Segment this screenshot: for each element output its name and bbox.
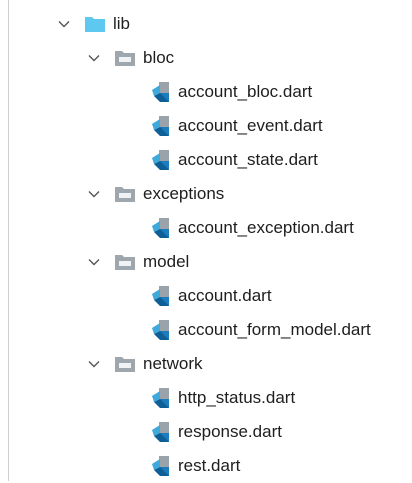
chevron-down-icon[interactable] — [57, 17, 71, 31]
tree-file-label: account_bloc.dart — [178, 82, 313, 101]
dart-file-icon — [151, 455, 173, 477]
package-folder-icon — [115, 254, 135, 270]
tree-file-account-event[interactable]: account_event.dart — [0, 109, 412, 143]
chevron-down-icon[interactable] — [87, 51, 101, 65]
tree-file-account-form-model[interactable]: account_form_model.dart — [0, 313, 412, 347]
dart-file-icon — [151, 387, 173, 409]
tree-file-account-state[interactable]: account_state.dart — [0, 143, 412, 177]
dart-file-icon — [151, 115, 173, 137]
tree-folder-network[interactable]: network — [0, 347, 412, 381]
tree-folder-label: exceptions — [143, 184, 225, 203]
tree-folder-exceptions[interactable]: exceptions — [0, 177, 412, 211]
dart-file-icon — [151, 149, 173, 171]
chevron-down-icon[interactable] — [87, 255, 101, 269]
chevron-down-icon[interactable] — [87, 357, 101, 371]
dart-file-icon — [151, 81, 173, 103]
tree-file-account-exception[interactable]: account_exception.dart — [0, 211, 412, 245]
tree-file-label: account.dart — [178, 286, 272, 305]
tree-folder-label: lib — [113, 14, 131, 33]
project-file-tree: lib bloc account_bloc.dart account_event… — [0, 7, 412, 483]
tree-file-label: response.dart — [178, 422, 282, 441]
package-folder-icon — [115, 356, 135, 372]
tree-file-response[interactable]: response.dart — [0, 415, 412, 449]
tree-folder-model[interactable]: model — [0, 245, 412, 279]
tree-file-label: account_state.dart — [178, 150, 318, 169]
tree-file-account-bloc[interactable]: account_bloc.dart — [0, 75, 412, 109]
tree-file-label: account_exception.dart — [178, 218, 354, 237]
dart-file-icon — [151, 217, 173, 239]
package-folder-icon — [115, 50, 135, 66]
chevron-down-icon[interactable] — [87, 187, 101, 201]
dart-file-icon — [151, 319, 173, 341]
dart-file-icon — [151, 285, 173, 307]
tree-folder-label: network — [143, 354, 203, 373]
tree-file-account[interactable]: account.dart — [0, 279, 412, 313]
folder-icon — [85, 16, 105, 32]
package-folder-icon — [115, 186, 135, 202]
tree-folder-label: bloc — [143, 48, 175, 67]
tree-file-label: account_form_model.dart — [178, 320, 371, 339]
tree-folder-bloc[interactable]: bloc — [0, 41, 412, 75]
dart-file-icon — [151, 421, 173, 443]
tree-file-label: account_event.dart — [178, 116, 323, 135]
tree-folder-lib[interactable]: lib — [0, 7, 412, 41]
tree-file-label: rest.dart — [178, 456, 241, 475]
tree-file-label: http_status.dart — [178, 388, 296, 407]
tree-file-http-status[interactable]: http_status.dart — [0, 381, 412, 415]
tree-folder-label: model — [143, 252, 190, 271]
tree-file-rest[interactable]: rest.dart — [0, 449, 412, 483]
